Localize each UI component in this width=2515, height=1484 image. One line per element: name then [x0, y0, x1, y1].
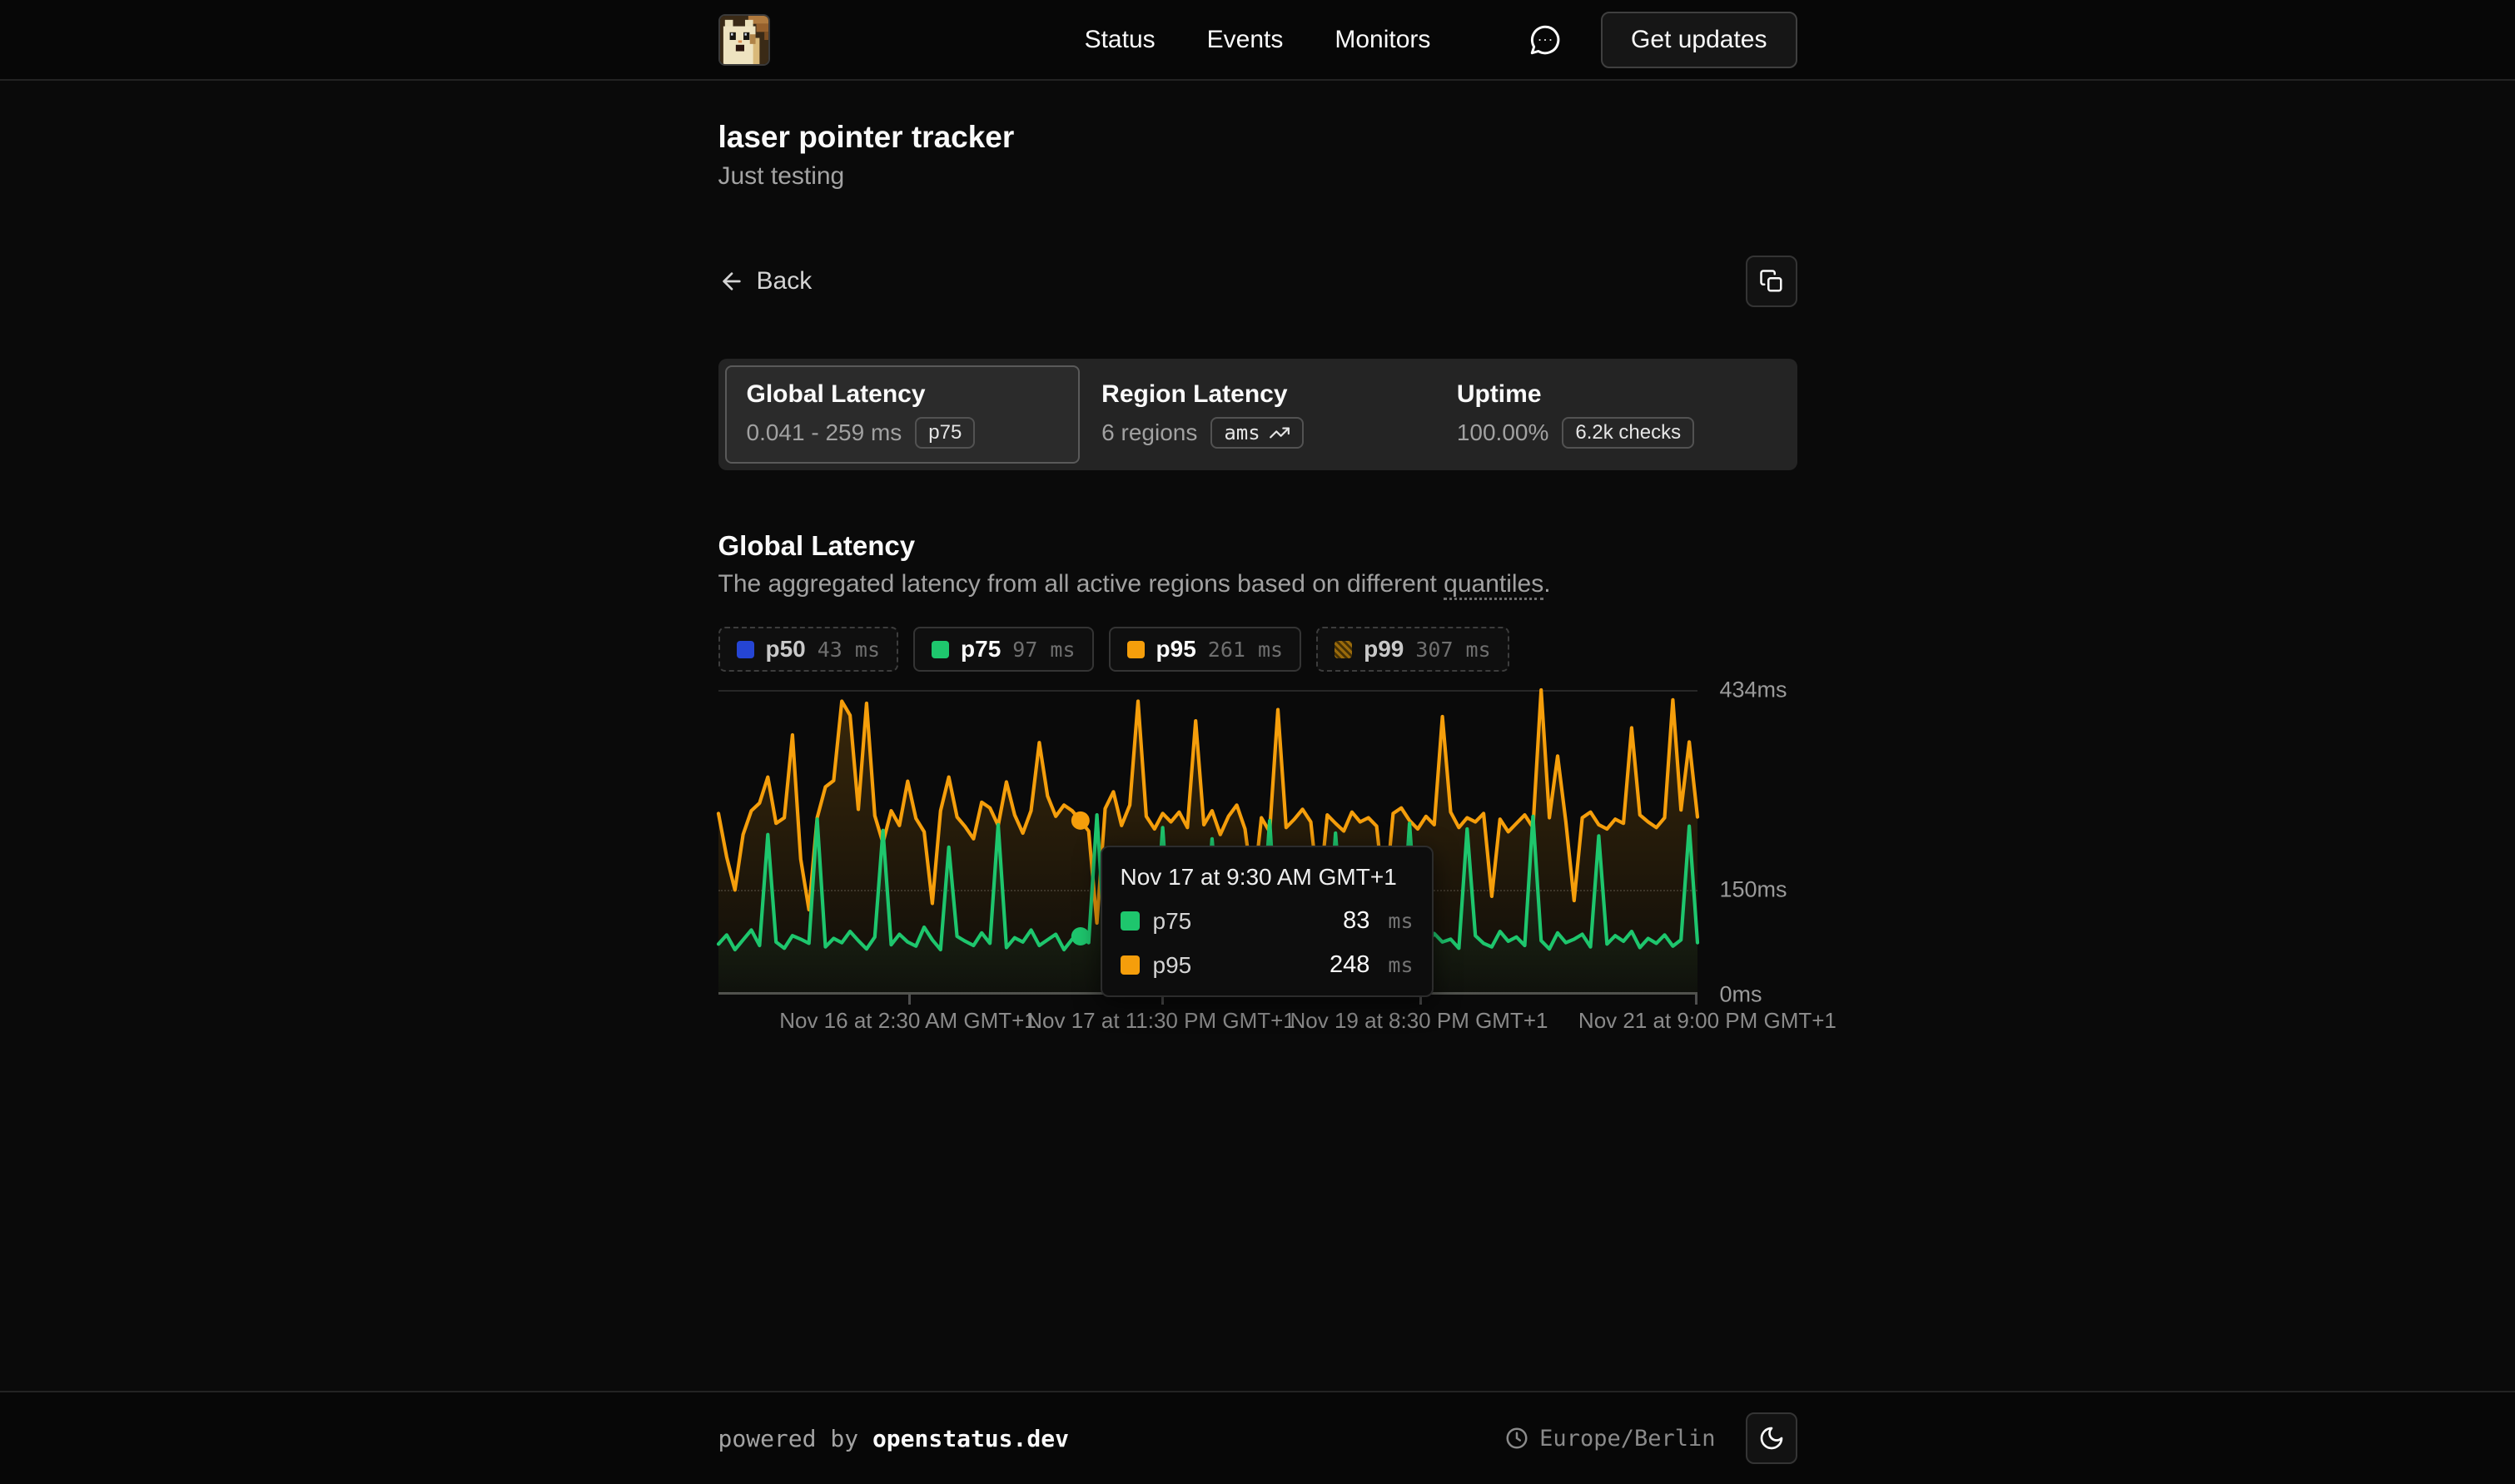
feedback-chat-button[interactable] — [1526, 21, 1564, 59]
y-tick-label: 150ms — [1720, 877, 1787, 903]
p50-swatch — [737, 641, 754, 658]
powered-by: powered by openstatus.dev — [718, 1425, 1069, 1452]
legend-value: 307 ms — [1415, 638, 1490, 662]
quantiles-link[interactable]: quantiles — [1444, 570, 1543, 600]
metric-tabs: Global Latency 0.041 - 259 ms p75 Region… — [718, 359, 1797, 470]
x-tick-label: Nov 19 at 8:30 PM GMT+1 — [1290, 1008, 1548, 1034]
y-tick-label: 0ms — [1720, 982, 1762, 1008]
legend-label: p99 — [1364, 636, 1404, 663]
tab-subtitle: 0.041 - 259 ms — [747, 419, 902, 446]
page-title: laser pointer tracker — [718, 119, 1797, 156]
tooltip-unit: ms — [1388, 909, 1413, 933]
description-period: . — [1543, 570, 1550, 598]
tab-subtitle: 6 regions — [1101, 419, 1197, 446]
region-badge: ams — [1210, 417, 1303, 449]
chart-plot-area[interactable]: Nov 17 at 9:30 AM GMT+1 p75 83 ms p95 24… — [718, 690, 1697, 995]
legend-value: 43 ms — [818, 638, 880, 662]
top-navigation: Status Events Monitors Get updates — [0, 0, 2515, 81]
logo-cat-image[interactable] — [718, 14, 770, 66]
chart-tooltip: Nov 17 at 9:30 AM GMT+1 p75 83 ms p95 24… — [1101, 846, 1434, 997]
trending-up-icon — [1269, 422, 1290, 444]
tooltip-label: p95 — [1153, 952, 1192, 979]
tooltip-unit: ms — [1388, 953, 1413, 977]
nav-link-events[interactable]: Events — [1207, 26, 1284, 54]
checks-badge: 6.2k checks — [1562, 417, 1694, 449]
copy-icon — [1759, 269, 1784, 294]
x-tick-label: Nov 21 at 9:00 PM GMT+1 — [1578, 1008, 1837, 1034]
legend-toggle-p75[interactable]: p75 97 ms — [913, 627, 1094, 672]
p99-swatch — [1335, 641, 1352, 658]
section-description: The aggregated latency from all active r… — [718, 570, 1797, 598]
legend-toggle-p95[interactable]: p95 261 ms — [1109, 627, 1302, 672]
y-axis: 434ms150ms0ms — [1697, 690, 1797, 995]
x-tick-label: Nov 16 at 2:30 AM GMT+1 — [779, 1008, 1036, 1034]
moon-icon — [1758, 1425, 1785, 1452]
legend-value: 97 ms — [1012, 638, 1075, 662]
tooltip-value: 248 — [1330, 951, 1369, 979]
p95-swatch — [1127, 641, 1145, 658]
tooltip-row-p95: p95 248 ms — [1121, 951, 1414, 979]
tooltip-timestamp: Nov 17 at 9:30 AM GMT+1 — [1121, 864, 1414, 891]
copy-link-button[interactable] — [1746, 256, 1797, 307]
section-title: Global Latency — [718, 530, 1797, 562]
tooltip-label: p75 — [1153, 908, 1192, 935]
arrow-left-icon — [718, 268, 745, 295]
x-tick-mark — [908, 995, 911, 1005]
nav-link-monitors[interactable]: Monitors — [1335, 26, 1430, 54]
powered-by-prefix: powered by — [718, 1425, 872, 1452]
legend-label: p95 — [1156, 636, 1196, 663]
tab-subtitle: 100.00% — [1457, 419, 1549, 446]
message-bubble-icon — [1528, 22, 1563, 57]
back-label: Back — [757, 267, 813, 295]
tooltip-value: 83 — [1343, 907, 1369, 935]
tab-title: Uptime — [1457, 380, 1769, 409]
latency-chart: Nov 17 at 9:30 AM GMT+1 p75 83 ms p95 24… — [718, 690, 1797, 1045]
y-tick-label: 434ms — [1720, 677, 1787, 703]
timezone-display: Europe/Berlin — [1504, 1426, 1715, 1452]
legend-label: p50 — [766, 636, 806, 663]
tab-title: Global Latency — [747, 380, 1059, 409]
x-tick-mark — [1695, 995, 1697, 1005]
tooltip-row-p75: p75 83 ms — [1121, 907, 1414, 935]
tab-title: Region Latency — [1101, 380, 1414, 409]
legend-value: 261 ms — [1208, 638, 1283, 662]
clock-icon — [1504, 1426, 1529, 1451]
p95-swatch — [1121, 955, 1140, 975]
get-updates-button[interactable]: Get updates — [1601, 12, 1797, 68]
nav-links: Status Events Monitors — [1085, 26, 1431, 54]
legend-toggle-p99[interactable]: p99 307 ms — [1316, 627, 1509, 672]
chart-legend: p50 43 ms p75 97 ms p95 261 ms p99 307 m… — [718, 627, 1797, 672]
quantile-badge: p75 — [915, 417, 975, 449]
cat-pixel-art — [720, 16, 768, 64]
legend-toggle-p50[interactable]: p50 43 ms — [718, 627, 899, 672]
back-button[interactable]: Back — [718, 267, 813, 295]
x-axis: Nov 16 at 2:30 AM GMT+1Nov 17 at 11:30 P… — [718, 995, 1697, 1045]
description-text: The aggregated latency from all active r… — [718, 570, 1444, 598]
openstatus-link[interactable]: openstatus.dev — [872, 1425, 1069, 1452]
main-content: laser pointer tracker Just testing Back … — [0, 81, 2515, 1391]
tab-region-latency[interactable]: Region Latency 6 regions ams — [1080, 365, 1435, 464]
tab-uptime[interactable]: Uptime 100.00% 6.2k checks — [1435, 365, 1791, 464]
legend-label: p75 — [961, 636, 1001, 663]
x-tick-label: Nov 17 at 11:30 PM GMT+1 — [1026, 1008, 1295, 1034]
page-footer: powered by openstatus.dev Europe/Berlin — [0, 1391, 2515, 1484]
p75-swatch — [1121, 911, 1140, 931]
page-subtitle: Just testing — [718, 162, 1797, 191]
theme-toggle-button[interactable] — [1746, 1412, 1797, 1464]
tab-global-latency[interactable]: Global Latency 0.041 - 259 ms p75 — [725, 365, 1081, 464]
p75-swatch — [932, 641, 949, 658]
timezone-label: Europe/Berlin — [1539, 1426, 1715, 1452]
nav-link-status[interactable]: Status — [1085, 26, 1156, 54]
region-badge-label: ams — [1224, 421, 1260, 444]
